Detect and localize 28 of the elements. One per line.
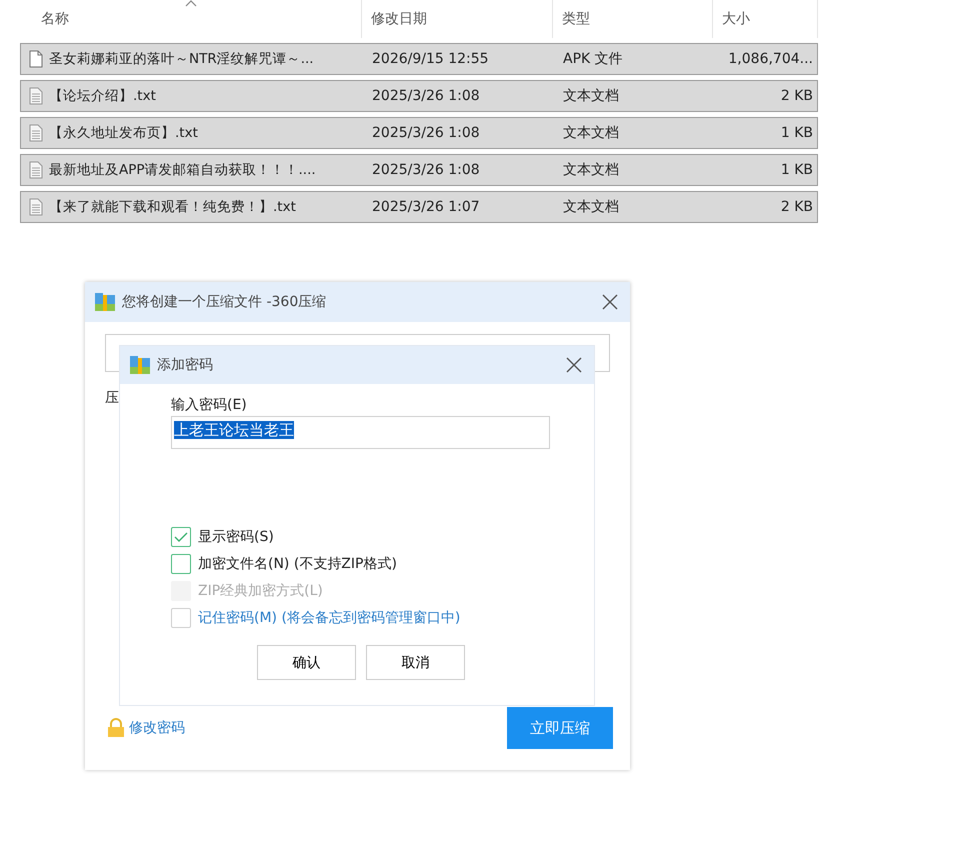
file-type: 文本文档	[563, 125, 619, 141]
option-label: ZIP经典加密方式(L)	[198, 582, 323, 600]
format-label: 压	[105, 389, 119, 407]
file-size: 2 KB	[780, 88, 813, 104]
file-size: 1 KB	[780, 125, 813, 141]
file-name: 【来了就能下载和观看！纯免费！】.txt	[49, 198, 296, 216]
option-label: 显示密码(S)	[198, 528, 274, 546]
file-name: 【永久地址发布页】.txt	[49, 124, 198, 142]
file-name: 圣女莉娜莉亚的落叶～NTR淫纹解咒谭～...	[49, 50, 314, 68]
file-size: 1,086,704...	[728, 51, 813, 67]
file-name: 最新地址及APP请发邮箱自动获取！！！....	[49, 161, 316, 179]
field-label: 输入密码(E)	[171, 396, 248, 414]
file-type: APK 文件	[563, 51, 623, 67]
file-name: 【论坛介绍】.txt	[49, 87, 156, 105]
file-type: 文本文档	[563, 162, 619, 178]
option-label: 记住密码(M) (将会备忘到密码管理窗口中)	[198, 609, 460, 627]
window-title: 您将创建一个压缩文件 -360压缩	[122, 293, 326, 311]
file-size: 2 KB	[780, 199, 813, 215]
file-type: 文本文档	[563, 199, 619, 215]
modified-date: 2026/9/15 12:55	[372, 51, 489, 67]
file-type: 文本文档	[563, 88, 619, 104]
modified-date: 2025/3/26 1:08	[372, 125, 480, 141]
modified-date: 2025/3/26 1:08	[372, 162, 480, 178]
modified-date: 2025/3/26 1:08	[372, 88, 480, 104]
file-size: 1 KB	[780, 162, 813, 178]
dialog-title: 添加密码	[157, 356, 213, 374]
modified-date: 2025/3/26 1:07	[372, 199, 480, 215]
option-label: 加密文件名(N) (不支持ZIP格式)	[198, 555, 397, 573]
